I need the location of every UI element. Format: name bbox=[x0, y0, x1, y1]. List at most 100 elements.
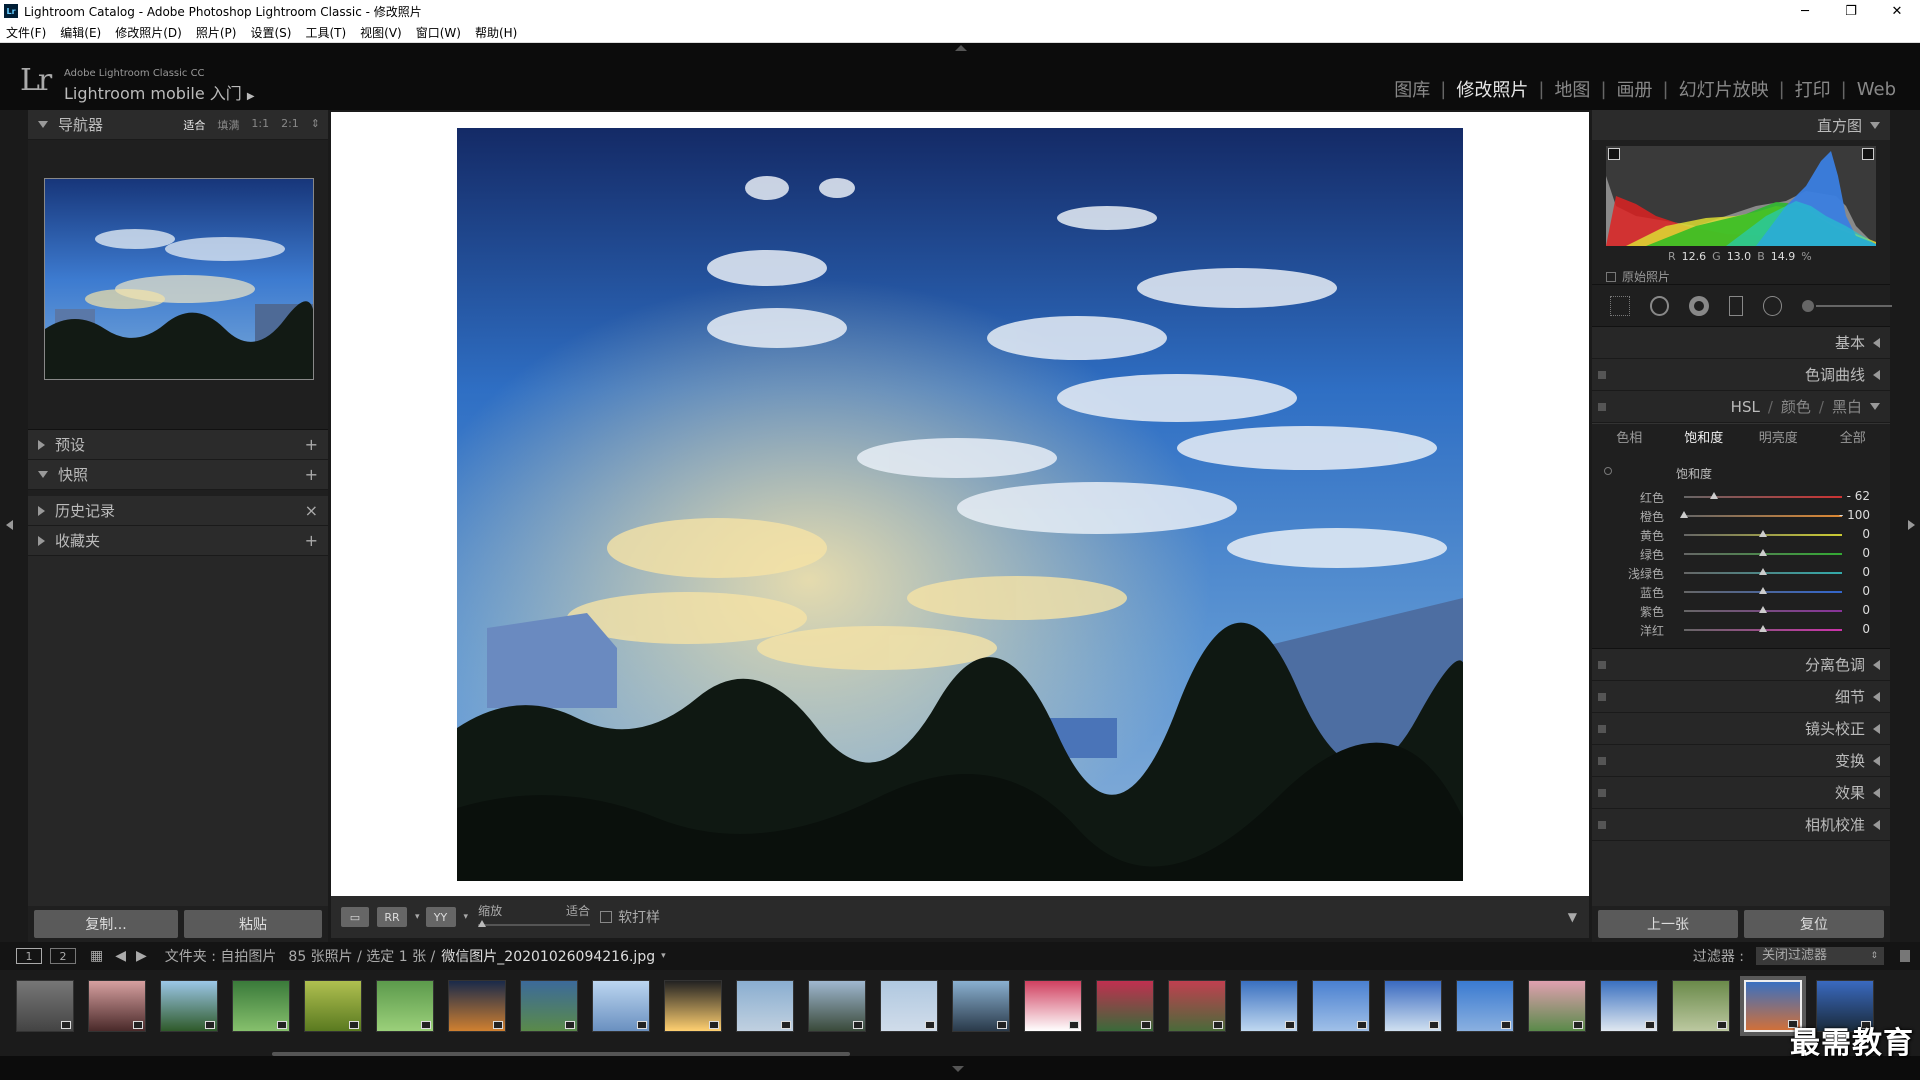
filter-lock-icon[interactable] bbox=[1900, 950, 1910, 962]
menu-window[interactable]: 窗口(W) bbox=[416, 24, 461, 41]
filmstrip-thumbnail[interactable] bbox=[1384, 980, 1442, 1032]
hsl-slider-value[interactable]: 0 bbox=[1862, 527, 1870, 541]
primary-window-button[interactable]: 1 bbox=[16, 948, 42, 964]
collapse-right-arrow-icon[interactable] bbox=[1908, 520, 1915, 530]
filmstrip-thumbnail[interactable] bbox=[1528, 980, 1586, 1032]
main-photo[interactable] bbox=[457, 128, 1463, 881]
add-collection-icon[interactable]: + bbox=[305, 531, 318, 550]
collapse-left-arrow-icon[interactable] bbox=[6, 520, 13, 530]
previous-button[interactable]: 上一张 bbox=[1598, 910, 1738, 938]
swap-dropdown-icon[interactable]: ▾ bbox=[464, 912, 469, 922]
histogram-header[interactable]: 直方图 bbox=[1592, 110, 1890, 140]
panel-header[interactable]: 细节 bbox=[1592, 681, 1890, 713]
filmstrip-thumbnail[interactable] bbox=[16, 980, 74, 1032]
hsl-slider-row[interactable]: 红色 - 62 bbox=[1592, 487, 1890, 506]
panel-header[interactable]: 分离色调 bbox=[1592, 649, 1890, 681]
close-icon[interactable]: ✕ bbox=[1874, 0, 1920, 22]
hsl-slider-row[interactable]: 紫色 0 bbox=[1592, 601, 1890, 620]
bw-title[interactable]: 黑白 bbox=[1832, 396, 1862, 417]
filmstrip-thumbnail[interactable] bbox=[1168, 980, 1226, 1032]
filmstrip-thumbnail[interactable] bbox=[1096, 980, 1154, 1032]
module-slideshow[interactable]: 幻灯片放映 bbox=[1669, 76, 1779, 102]
filmstrip-thumbnail[interactable] bbox=[808, 980, 866, 1032]
filmstrip-thumbnail[interactable] bbox=[736, 980, 794, 1032]
hsl-slider-value[interactable]: 0 bbox=[1862, 584, 1870, 598]
filmstrip-thumbnail[interactable] bbox=[1672, 980, 1730, 1032]
zoom-more-icon[interactable]: ⇕ bbox=[311, 117, 320, 133]
filmstrip-thumbnail[interactable] bbox=[1456, 980, 1514, 1032]
panel-switch-icon[interactable] bbox=[1598, 820, 1606, 829]
identity-mobile-link[interactable]: Lightroom mobile 入门 ▶ bbox=[64, 80, 255, 104]
original-photo-toggle[interactable]: 原始照片 bbox=[1606, 268, 1670, 285]
hsl-slider-knob[interactable] bbox=[1680, 511, 1688, 518]
copy-settings-button[interactable]: 复制... bbox=[34, 910, 178, 938]
tab-saturation[interactable]: 饱和度 bbox=[1667, 424, 1742, 453]
forward-arrow-icon[interactable]: ▶ bbox=[136, 948, 147, 964]
filter-select[interactable]: 关闭过滤器 ⇕ bbox=[1756, 947, 1884, 965]
hsl-title[interactable]: HSL bbox=[1731, 398, 1760, 416]
basic-header[interactable]: 基本 bbox=[1592, 327, 1890, 359]
shadow-clipping-icon[interactable] bbox=[1608, 148, 1620, 160]
panel-switch-icon[interactable] bbox=[1598, 660, 1606, 669]
menu-develop[interactable]: 修改照片(D) bbox=[115, 24, 182, 41]
targeted-adjust-icon[interactable] bbox=[1604, 467, 1612, 475]
red-eye-icon[interactable] bbox=[1689, 295, 1709, 316]
loupe-view-icon[interactable]: ▭ bbox=[341, 907, 369, 927]
menu-file[interactable]: 文件(F) bbox=[6, 24, 46, 41]
hsl-slider-value[interactable]: - 100 bbox=[1839, 508, 1870, 522]
hsl-slider-knob[interactable] bbox=[1759, 549, 1767, 556]
crop-tool-icon[interactable] bbox=[1610, 295, 1630, 316]
navigator-header[interactable]: 导航器 适合 填满 1:1 2:1 ⇕ bbox=[28, 110, 328, 140]
module-map[interactable]: 地图 bbox=[1544, 76, 1600, 102]
filmstrip-thumbnail[interactable] bbox=[232, 980, 290, 1032]
hsl-slider-row[interactable]: 绿色 0 bbox=[1592, 544, 1890, 563]
panel-switch-icon[interactable] bbox=[1598, 692, 1606, 701]
filmstrip-thumbnail[interactable] bbox=[520, 980, 578, 1032]
hsl-slider-track[interactable] bbox=[1684, 496, 1842, 498]
zoom-slider-track[interactable] bbox=[478, 924, 591, 926]
menu-settings[interactable]: 设置(S) bbox=[250, 24, 291, 41]
highlight-clipping-icon[interactable] bbox=[1862, 148, 1874, 160]
module-develop[interactable]: 修改照片 bbox=[1446, 76, 1538, 102]
hsl-slider-value[interactable]: 0 bbox=[1862, 603, 1870, 617]
module-book[interactable]: 画册 bbox=[1607, 76, 1663, 102]
panel-header[interactable]: 相机校准 bbox=[1592, 809, 1890, 841]
filmstrip-thumbnail[interactable] bbox=[448, 980, 506, 1032]
filmstrip-source[interactable]: 文件夹 : 自拍图片 bbox=[165, 946, 277, 966]
hsl-slider-row[interactable]: 橙色 - 100 bbox=[1592, 506, 1890, 525]
toolbar-menu-icon[interactable]: ▼ bbox=[1568, 910, 1577, 924]
hsl-slider-knob[interactable] bbox=[1759, 530, 1767, 537]
filmstrip-thumbnail[interactable] bbox=[304, 980, 362, 1032]
reset-button[interactable]: 复位 bbox=[1744, 910, 1884, 938]
menu-edit[interactable]: 编辑(E) bbox=[60, 24, 101, 41]
tab-hue[interactable]: 色相 bbox=[1592, 424, 1667, 453]
panel-switch-icon[interactable] bbox=[1598, 756, 1606, 765]
zoom-fill[interactable]: 填满 bbox=[217, 117, 239, 133]
adjustment-brush[interactable] bbox=[1802, 296, 1893, 316]
hsl-slider-knob[interactable] bbox=[1759, 568, 1767, 575]
back-arrow-icon[interactable]: ◀ bbox=[115, 948, 126, 964]
presets-header[interactable]: 预设 + bbox=[28, 430, 328, 460]
hsl-slider-track[interactable] bbox=[1684, 515, 1842, 517]
module-print[interactable]: 打印 bbox=[1785, 76, 1841, 102]
hsl-slider-knob[interactable] bbox=[1759, 587, 1767, 594]
hsl-slider-row[interactable]: 黄色 0 bbox=[1592, 525, 1890, 544]
hsl-header[interactable]: HSL / 颜色 / 黑白 bbox=[1592, 391, 1890, 423]
history-header[interactable]: 历史记录 × bbox=[28, 496, 328, 526]
clear-history-icon[interactable]: × bbox=[305, 501, 318, 520]
menu-tools[interactable]: 工具(T) bbox=[305, 24, 346, 41]
collections-header[interactable]: 收藏夹 + bbox=[28, 526, 328, 556]
collapse-top-arrow-icon[interactable] bbox=[955, 45, 967, 51]
before-after-lr-icon[interactable]: RR bbox=[377, 907, 407, 927]
filmstrip-thumbnail[interactable] bbox=[1600, 980, 1658, 1032]
add-preset-icon[interactable]: + bbox=[305, 435, 318, 454]
module-library[interactable]: 图库 bbox=[1384, 76, 1440, 102]
filmstrip-thumbnail[interactable] bbox=[664, 980, 722, 1032]
filmstrip-thumbnail[interactable] bbox=[160, 980, 218, 1032]
paste-settings-button[interactable]: 粘贴 bbox=[184, 910, 322, 938]
radial-filter-icon[interactable] bbox=[1762, 295, 1783, 316]
hsl-slider-row[interactable]: 洋红 0 bbox=[1592, 620, 1890, 639]
panel-switch-icon[interactable] bbox=[1598, 402, 1606, 411]
panel-switch-icon[interactable] bbox=[1598, 370, 1606, 379]
panel-switch-icon[interactable] bbox=[1598, 724, 1606, 733]
